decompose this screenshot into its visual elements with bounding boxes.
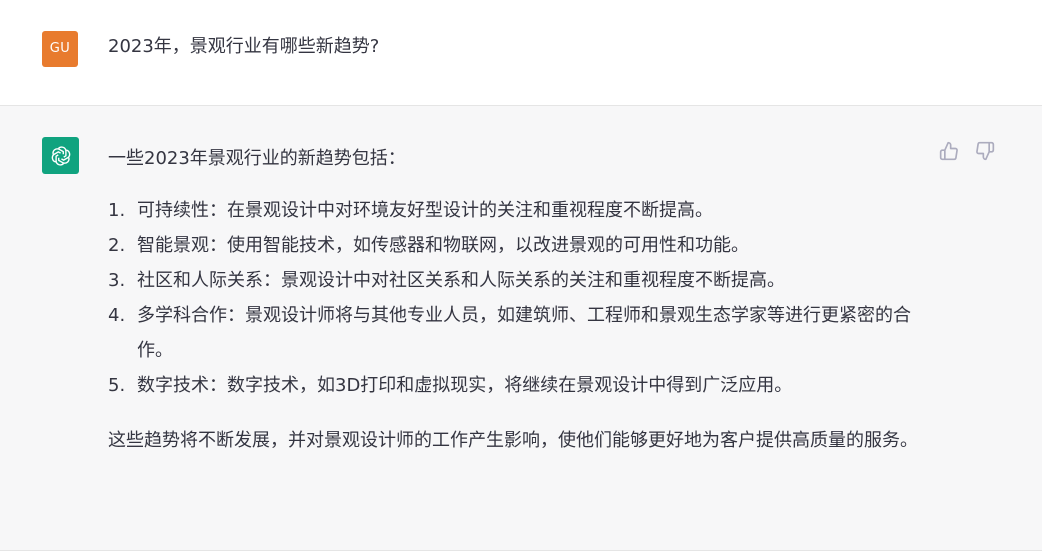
list-item-text: 可持续性：在景观设计中对环境友好型设计的关注和重视程度不断提高。 xyxy=(137,200,713,221)
list-item: 2. 智能景观：使用智能技术，如传感器和物联网，以改进景观的可用性和功能。 xyxy=(108,228,928,263)
feedback-buttons xyxy=(938,140,996,162)
user-message-row: GU 2023年，景观行业有哪些新趋势? xyxy=(0,0,1042,106)
user-message-text: 2023年，景观行业有哪些新趋势? xyxy=(108,36,380,57)
thumbs-up-button[interactable] xyxy=(938,140,960,162)
list-item: 4. 多学科合作：景观设计师将与其他专业人员，如建筑师、工程师和景观生态学家等进… xyxy=(108,298,928,368)
openai-logo-icon xyxy=(42,137,79,174)
list-item-text: 多学科合作：景观设计师将与其他专业人员，如建筑师、工程师和景观生态学家等进行更紧… xyxy=(137,305,911,361)
list-item-number: 4. xyxy=(108,305,126,326)
assistant-intro: 一些2023年景观行业的新趋势包括： xyxy=(108,148,406,169)
list-item-number: 2. xyxy=(108,235,126,256)
assistant-outro: 这些趋势将不断发展，并对景观设计师的工作产生影响，使他们能够更好地为客户提供高质… xyxy=(108,430,918,451)
user-avatar: GU xyxy=(42,31,78,67)
thumbs-down-button[interactable] xyxy=(974,140,996,162)
list-item-number: 1. xyxy=(108,200,126,221)
list-item-text: 智能景观：使用智能技术，如传感器和物联网，以改进景观的可用性和功能。 xyxy=(137,235,749,256)
list-item-text: 社区和人际关系：景观设计中对社区关系和人际关系的关注和重视程度不断提高。 xyxy=(137,270,785,291)
list-item: 3. 社区和人际关系：景观设计中对社区关系和人际关系的关注和重视程度不断提高。 xyxy=(108,263,928,298)
assistant-message-content: 一些2023年景观行业的新趋势包括： 1. 可持续性：在景观设计中对环境友好型设… xyxy=(108,141,928,458)
thumbs-up-icon xyxy=(939,141,958,161)
list-item: 1. 可持续性：在景观设计中对环境友好型设计的关注和重视程度不断提高。 xyxy=(108,193,928,228)
list-item: 5. 数字技术：数字技术，如3D打印和虚拟现实，将继续在景观设计中得到广泛应用。 xyxy=(108,368,928,403)
thumbs-down-icon xyxy=(976,141,995,161)
list-item-number: 5. xyxy=(108,375,126,396)
assistant-message-row: 一些2023年景观行业的新趋势包括： 1. 可持续性：在景观设计中对环境友好型设… xyxy=(0,106,1042,551)
list-item-number: 3. xyxy=(108,270,126,291)
trend-list: 1. 可持续性：在景观设计中对环境友好型设计的关注和重视程度不断提高。 2. 智… xyxy=(108,193,928,403)
list-item-text: 数字技术：数字技术，如3D打印和虚拟现实，将继续在景观设计中得到广泛应用。 xyxy=(137,375,793,396)
